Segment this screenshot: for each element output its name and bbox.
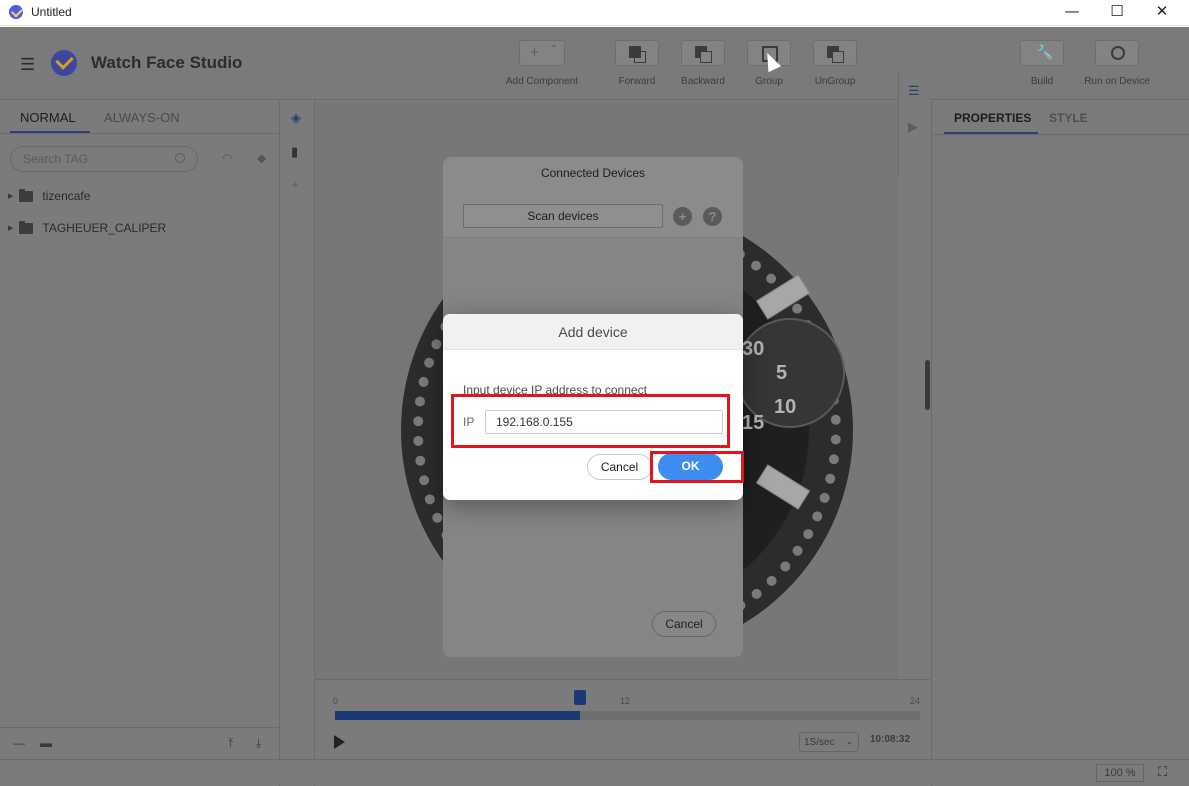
caret-right-icon[interactable]: ▶ bbox=[8, 224, 13, 232]
app-window: Untitled — ☐ ✕ ☰ Watch Face Studio + ⌃ Ad… bbox=[0, 0, 1189, 786]
dial-number: 10 bbox=[774, 396, 797, 418]
add-component-button[interactable]: + ⌃ Add Component bbox=[503, 40, 581, 87]
layer-toolstrip: ◈ ▮ + bbox=[281, 101, 315, 786]
sliders-icon[interactable]: ☰ bbox=[908, 83, 920, 99]
timeline-mark: 12 bbox=[620, 696, 631, 706]
tab-normal[interactable]: NORMAL bbox=[20, 110, 76, 125]
close-button[interactable]: ✕ bbox=[1139, 0, 1185, 24]
maximize-button[interactable]: ☐ bbox=[1094, 0, 1140, 24]
right-toolstrip: ☰ ▶ bbox=[898, 74, 930, 174]
tree-item[interactable]: ▶ tizencafe bbox=[8, 188, 91, 203]
scan-devices-button[interactable]: Scan devices bbox=[463, 204, 663, 228]
backward-button[interactable]: Backward bbox=[680, 40, 726, 87]
dial-number: 30 bbox=[742, 338, 765, 360]
tab-properties[interactable]: PROPERTIES bbox=[954, 111, 1031, 125]
move-down-icon[interactable]: ⤓ bbox=[256, 736, 261, 751]
add-icon[interactable]: + bbox=[291, 177, 299, 192]
speed-value: 1S/sec bbox=[804, 737, 835, 748]
app-title: Watch Face Studio bbox=[91, 53, 243, 72]
ungroup-icon bbox=[813, 40, 857, 66]
add-component-label: Add Component bbox=[505, 76, 579, 87]
left-panel: NORMAL ALWAYS-ON Search TAG ◠ ◆ ▶ tizenc… bbox=[0, 101, 280, 786]
timeline-handle[interactable] bbox=[574, 690, 586, 705]
watch-icon bbox=[1095, 40, 1139, 66]
play-icon[interactable] bbox=[334, 735, 345, 749]
current-time: 10:08:32 bbox=[870, 734, 911, 745]
run-on-device-label: Run on Device bbox=[1084, 76, 1150, 87]
dial-number: 5 bbox=[776, 362, 788, 384]
timeline-progress bbox=[335, 711, 580, 720]
right-panel: PROPERTIES STYLE bbox=[931, 101, 1189, 786]
minus-icon[interactable]: — bbox=[13, 736, 25, 750]
search-icon bbox=[175, 153, 185, 163]
cancel-button[interactable]: Cancel bbox=[652, 611, 716, 637]
group-label: Group bbox=[755, 76, 783, 87]
plus-icon[interactable]: + bbox=[673, 207, 692, 226]
tab-style[interactable]: STYLE bbox=[1049, 111, 1088, 125]
ungroup-button[interactable]: UnGroup bbox=[812, 40, 858, 87]
search-input[interactable]: Search TAG bbox=[10, 146, 198, 172]
run-on-device-button[interactable]: Run on Device bbox=[1084, 40, 1150, 87]
folder-icon[interactable]: ▬ bbox=[40, 736, 52, 750]
play-icon[interactable]: ▶ bbox=[908, 119, 918, 135]
divider bbox=[932, 134, 1189, 135]
layers-icon[interactable]: ◈ bbox=[291, 110, 301, 126]
window-title: Untitled bbox=[31, 5, 72, 19]
ungroup-label: UnGroup bbox=[814, 76, 856, 87]
paint-brush-icon[interactable]: ▮ bbox=[291, 144, 298, 160]
timeline-mark: 24 bbox=[910, 696, 921, 706]
zoom-level[interactable]: 100 % bbox=[1096, 764, 1144, 782]
app-icon bbox=[9, 5, 23, 19]
hamburger-icon[interactable]: ☰ bbox=[20, 55, 35, 75]
top-toolbar: ☰ Watch Face Studio + ⌃ Add Component For… bbox=[0, 27, 1189, 100]
forward-button[interactable]: Forward bbox=[614, 40, 660, 87]
backward-label: Backward bbox=[681, 76, 725, 87]
dialog-title: Add device bbox=[443, 314, 743, 350]
canvas-scrollbar[interactable] bbox=[925, 360, 930, 410]
ok-highlight-box bbox=[650, 451, 744, 483]
folder-icon bbox=[19, 220, 34, 234]
title-bar: Untitled — ☐ ✕ bbox=[0, 0, 1189, 26]
fit-screen-icon[interactable]: ⛶ bbox=[1158, 764, 1167, 780]
dialog-title: Connected Devices bbox=[540, 166, 646, 180]
move-up-icon[interactable]: ⤒ bbox=[228, 736, 233, 751]
question-icon[interactable]: ? bbox=[703, 207, 722, 226]
timeline-mark: 0 bbox=[333, 696, 339, 706]
dial-number: 15 bbox=[742, 412, 765, 434]
app-logo bbox=[51, 50, 77, 76]
chevron-down-icon: ⌄ bbox=[845, 736, 853, 746]
forward-icon bbox=[615, 40, 659, 66]
folder-icon bbox=[19, 188, 34, 202]
build-label: Build bbox=[1030, 76, 1054, 87]
plus-icon: + ⌃ bbox=[519, 40, 565, 66]
cancel-button[interactable]: Cancel bbox=[587, 454, 652, 480]
tree-item-label: TAGHEUER_CALIPER bbox=[42, 221, 167, 235]
search-placeholder: Search TAG bbox=[23, 152, 88, 166]
minimize-button[interactable]: — bbox=[1049, 0, 1095, 24]
eye-hidden-icon[interactable]: ◠ bbox=[222, 151, 232, 165]
backward-icon bbox=[681, 40, 725, 66]
divider bbox=[0, 133, 280, 134]
ip-highlight-box bbox=[451, 394, 730, 448]
wrench-icon: 🔧 bbox=[1020, 40, 1064, 66]
speed-select[interactable]: 1S/sec ⌄ bbox=[799, 732, 859, 752]
build-button[interactable]: 🔧 Build bbox=[1019, 40, 1065, 87]
tab-always-on[interactable]: ALWAYS-ON bbox=[104, 110, 180, 125]
divider bbox=[0, 727, 280, 728]
caret-right-icon[interactable]: ▶ bbox=[8, 192, 13, 200]
status-bar: 100 % ⛶ bbox=[0, 759, 1189, 785]
forward-label: Forward bbox=[618, 76, 656, 87]
tree-item[interactable]: ▶ TAGHEUER_CALIPER bbox=[8, 220, 167, 235]
paint-bucket-icon[interactable]: ◆ bbox=[257, 151, 266, 165]
tree-item-label: tizencafe bbox=[42, 189, 91, 203]
